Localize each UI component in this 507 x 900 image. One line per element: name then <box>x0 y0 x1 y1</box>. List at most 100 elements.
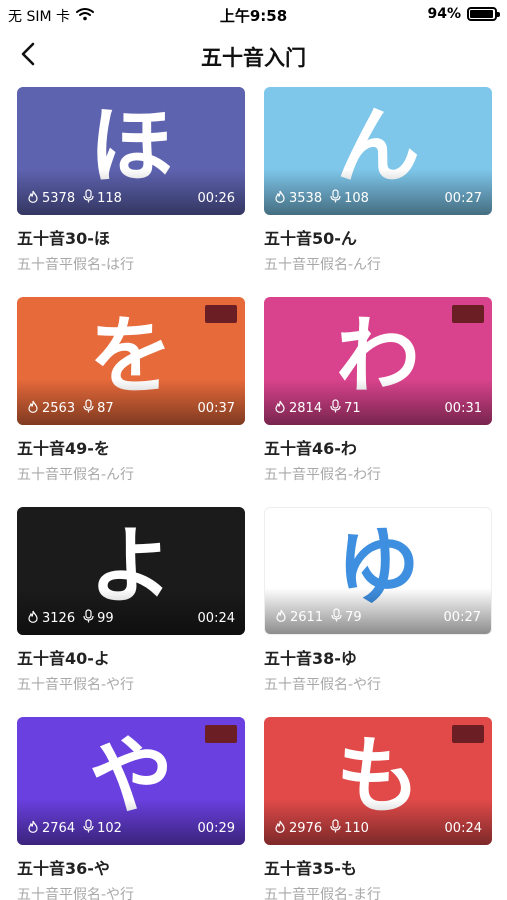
video-stats: 2814 71 00:31 <box>274 399 482 417</box>
comment-count-value: 110 <box>344 820 369 836</box>
comment-count-value: 79 <box>345 609 362 625</box>
comment-count-value: 102 <box>97 820 122 836</box>
comment-count-value: 87 <box>97 400 114 416</box>
comment-count-value: 99 <box>97 610 114 626</box>
play-count: 2814 <box>274 400 322 417</box>
microphone-icon <box>330 399 341 417</box>
video-thumbnail[interactable]: を 2563 87 00:37 <box>17 297 245 425</box>
video-card[interactable]: よ 3126 99 00:24 五十音40-よ 五十音平假名-や行 <box>17 507 245 717</box>
flame-icon <box>274 190 286 207</box>
card-title[interactable]: 五十音46-わ <box>264 435 492 459</box>
comment-count-value: 118 <box>97 190 122 206</box>
video-duration: 00:24 <box>444 820 482 836</box>
video-stats: 3538 108 00:27 <box>274 189 482 207</box>
play-count-value: 2976 <box>289 820 323 836</box>
card-subtitle: 五十音平假名-ん行 <box>17 467 135 483</box>
play-count: 2563 <box>27 400 75 417</box>
card-subtitle: 五十音平假名-ん行 <box>264 257 382 273</box>
video-thumbnail[interactable]: ほ 5378 118 00:26 <box>17 87 245 215</box>
card-title[interactable]: 五十音30-ほ <box>17 225 245 249</box>
status-bar: 无 SIM 卡 上午9:58 94% <box>0 0 507 30</box>
video-thumbnail[interactable]: ん 3538 108 00:27 <box>264 87 492 215</box>
flame-icon <box>27 400 39 417</box>
play-count: 2764 <box>27 820 75 837</box>
video-thumbnail[interactable]: も 2976 110 00:24 <box>264 717 492 845</box>
video-thumbnail[interactable]: や 2764 102 00:29 <box>17 717 245 845</box>
card-subtitle: 五十音平假名-わ行 <box>264 467 382 483</box>
play-count-value: 3538 <box>289 190 323 206</box>
microphone-icon <box>330 819 341 837</box>
video-duration: 00:24 <box>197 610 235 626</box>
flame-icon <box>275 609 287 626</box>
video-stats: 5378 118 00:26 <box>27 189 235 207</box>
video-card[interactable]: を 2563 87 00:37 五十音49-を 五十音平假名-ん行 <box>17 297 245 507</box>
play-count: 3126 <box>27 610 75 627</box>
card-title[interactable]: 五十音36-や <box>17 855 245 879</box>
comment-count-value: 71 <box>344 400 361 416</box>
microphone-icon <box>83 819 94 837</box>
flame-icon <box>27 610 39 627</box>
video-card[interactable]: ゆ 2611 79 00:27 五十音38-ゆ 五十音平假名-や行 <box>264 507 492 717</box>
card-subtitle: 五十音平假名-ま行 <box>264 887 382 900</box>
video-card[interactable]: ほ 5378 118 00:26 五十音30-ほ 五十音平假名-は行 <box>17 87 245 297</box>
video-thumbnail[interactable]: ゆ 2611 79 00:27 <box>264 507 492 635</box>
card-subtitle: 五十音平假名-や行 <box>17 887 135 900</box>
play-count-value: 2814 <box>289 400 323 416</box>
card-title[interactable]: 五十音49-を <box>17 435 245 459</box>
comment-count: 102 <box>83 819 122 837</box>
video-stats: 3126 99 00:24 <box>27 609 235 627</box>
play-count-value: 5378 <box>42 190 76 206</box>
video-stats: 2976 110 00:24 <box>274 819 482 837</box>
comment-count: 71 <box>330 399 361 417</box>
page-title: 五十音入门 <box>201 46 306 70</box>
card-subtitle: 五十音平假名-や行 <box>17 677 135 693</box>
video-stats: 2563 87 00:37 <box>27 399 235 417</box>
microphone-icon <box>83 189 94 207</box>
video-duration: 00:37 <box>197 400 235 416</box>
card-title[interactable]: 五十音38-ゆ <box>264 645 492 669</box>
card-title[interactable]: 五十音35-も <box>264 855 492 879</box>
play-count: 2611 <box>275 609 323 626</box>
card-title[interactable]: 五十音40-よ <box>17 645 245 669</box>
video-card[interactable]: も 2976 110 00:24 五十音35-も 五十音平假名-ま行 <box>264 717 492 900</box>
microphone-icon <box>330 189 341 207</box>
flame-icon <box>274 400 286 417</box>
comment-count: 108 <box>330 189 369 207</box>
video-card[interactable]: ん 3538 108 00:27 五十音50-ん 五十音平假名-ん行 <box>264 87 492 297</box>
video-thumbnail[interactable]: わ 2814 71 00:31 <box>264 297 492 425</box>
comment-count: 87 <box>83 399 114 417</box>
play-count: 3538 <box>274 190 322 207</box>
nav-bar: 五十音入门 <box>0 34 507 78</box>
play-count: 5378 <box>27 190 75 207</box>
play-count-value: 2563 <box>42 400 76 416</box>
video-grid: ほ 5378 118 00:26 五十音30-ほ 五十音平假名-は行 ん 353… <box>17 87 492 900</box>
play-count-value: 2611 <box>290 609 324 625</box>
flame-icon <box>27 820 39 837</box>
video-duration: 00:26 <box>197 190 235 206</box>
comment-count-value: 108 <box>344 190 369 206</box>
play-count: 2976 <box>274 820 322 837</box>
battery-percent: 94% <box>427 6 461 22</box>
microphone-icon <box>83 609 94 627</box>
comment-count: 79 <box>331 608 362 626</box>
flame-icon <box>274 820 286 837</box>
card-subtitle: 五十音平假名-や行 <box>264 677 382 693</box>
video-card[interactable]: や 2764 102 00:29 五十音36-や 五十音平假名-や行 <box>17 717 245 900</box>
play-count-value: 3126 <box>42 610 76 626</box>
comment-count: 99 <box>83 609 114 627</box>
card-subtitle: 五十音平假名-は行 <box>17 257 135 273</box>
brand-badge <box>452 305 484 323</box>
microphone-icon <box>331 608 342 626</box>
battery-fill <box>470 10 493 18</box>
battery-tip <box>497 12 500 17</box>
video-duration: 00:29 <box>197 820 235 836</box>
video-stats: 2764 102 00:29 <box>27 819 235 837</box>
video-duration: 00:31 <box>444 400 482 416</box>
comment-count: 110 <box>330 819 369 837</box>
video-card[interactable]: わ 2814 71 00:31 五十音46-わ 五十音平假名-わ行 <box>264 297 492 507</box>
play-count-value: 2764 <box>42 820 76 836</box>
video-duration: 00:27 <box>444 190 482 206</box>
video-stats: 2611 79 00:27 <box>275 608 481 626</box>
video-thumbnail[interactable]: よ 3126 99 00:24 <box>17 507 245 635</box>
card-title[interactable]: 五十音50-ん <box>264 225 492 249</box>
